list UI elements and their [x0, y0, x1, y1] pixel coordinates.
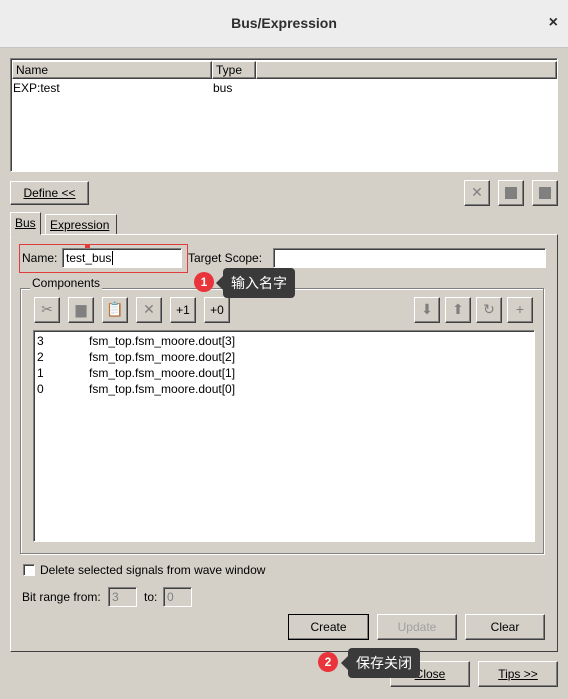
bit-range-from-label: Bit range from: [22, 590, 101, 604]
tab-bus-label: Bus [15, 216, 36, 230]
copy-button[interactable]: ▆ [68, 297, 94, 323]
tab-bus[interactable]: Bus [10, 212, 41, 235]
annotation-tooltip-1: 输入名字 [216, 268, 295, 298]
create-button[interactable]: Create [288, 614, 369, 640]
highlight-box [19, 244, 188, 273]
expression-list[interactable]: Name Type EXP:test bus [10, 58, 558, 172]
delete-signals-checkbox[interactable] [23, 564, 35, 576]
component-signal: fsm_top.fsm_moore.dout[2] [89, 350, 236, 364]
arrow-up-icon: ⬆ [452, 301, 464, 317]
move-down-button[interactable]: ⬇ [414, 297, 440, 323]
clear-button[interactable]: Clear [465, 614, 545, 640]
list-item-name: EXP:test [13, 81, 60, 95]
component-signal: fsm_top.fsm_moore.dout[0] [89, 382, 236, 396]
paste-icon: 📋 [106, 301, 124, 317]
list-item-type: bus [213, 81, 233, 95]
clear-button-label: Clear [490, 620, 520, 634]
list-item[interactable]: 1 fsm_top.fsm_moore.dout[1] [37, 366, 517, 382]
cut-button[interactable]: ✂ [34, 297, 60, 323]
arrow-down-icon: ⬇ [421, 301, 433, 317]
refresh-button[interactable]: ↻ [476, 297, 502, 323]
component-signal: fsm_top.fsm_moore.dout[1] [89, 366, 236, 380]
target-scope-label: Target Scope: [188, 251, 263, 265]
tab-expression-label: Expression [50, 218, 110, 232]
components-list[interactable]: 3 fsm_top.fsm_moore.dout[3] 2 fsm_top.fs… [33, 330, 535, 542]
square-icon [505, 187, 517, 199]
component-signal: fsm_top.fsm_moore.dout[3] [89, 334, 236, 348]
bus-expression-dialog: Bus/Expression × Name Type EXP:test bus … [0, 0, 568, 699]
bit-range-to-label: to: [144, 590, 158, 604]
tips-button-label: Tips >> [498, 667, 538, 681]
components-caption: Components [30, 276, 103, 290]
component-index: 2 [37, 350, 44, 364]
define-button[interactable]: Define << [10, 181, 89, 205]
update-button[interactable]: Update [377, 614, 457, 640]
close-icon[interactable]: × [549, 14, 558, 32]
tips-button[interactable]: Tips >> [478, 661, 558, 687]
window-title: Bus/Expression [231, 15, 337, 31]
update-button-label: Update [397, 620, 437, 634]
annotation-badge-1: 1 [194, 272, 214, 292]
column-header-type[interactable]: Type [212, 61, 256, 79]
column-header-filler [256, 61, 557, 79]
target-scope-input[interactable] [273, 248, 546, 268]
component-index: 3 [37, 334, 44, 348]
define-button-label: Define << [23, 186, 76, 200]
delete-icon: ✕ [471, 184, 483, 200]
plus-zero-button[interactable]: +0 [204, 297, 230, 323]
delete-icon: ✕ [143, 301, 155, 317]
list-item[interactable]: 0 fsm_top.fsm_moore.dout[0] [37, 382, 517, 398]
delete-component-button[interactable]: ✕ [136, 297, 162, 323]
column-header-name[interactable]: Name [12, 61, 212, 79]
square-button-2[interactable] [532, 180, 558, 206]
plus-one-button[interactable]: +1 [170, 297, 196, 323]
delete-expression-button[interactable]: ✕ [464, 180, 490, 206]
copy-icon: ▆ [75, 301, 87, 317]
bit-range-from-input[interactable]: 3 [108, 587, 137, 607]
component-index: 0 [37, 382, 44, 396]
annotation-badge-2: 2 [318, 652, 338, 672]
list-item[interactable]: 2 fsm_top.fsm_moore.dout[2] [37, 350, 517, 366]
add-button[interactable]: + [507, 297, 533, 323]
scissors-icon: ✂ [41, 301, 53, 317]
plus-one-label: +1 [176, 303, 190, 317]
list-item[interactable]: EXP:test bus [13, 81, 553, 97]
tab-expression[interactable]: Expression [45, 214, 117, 235]
square-button-1[interactable] [498, 180, 524, 206]
square-icon [539, 187, 551, 199]
bit-range-to-input[interactable]: 0 [163, 587, 192, 607]
move-up-button[interactable]: ⬆ [445, 297, 471, 323]
refresh-icon: ↻ [483, 301, 495, 317]
component-index: 1 [37, 366, 44, 380]
list-item[interactable]: 3 fsm_top.fsm_moore.dout[3] [37, 334, 517, 350]
title-bar: Bus/Expression × [0, 0, 568, 48]
delete-signals-label: Delete selected signals from wave window [40, 563, 266, 577]
highlight-mark [85, 245, 90, 248]
create-button-label: Create [310, 620, 347, 634]
plus-icon: + [515, 301, 525, 317]
paste-button[interactable]: 📋 [102, 297, 128, 323]
annotation-tooltip-2: 保存关闭 [341, 648, 420, 678]
plus-zero-label: +0 [210, 303, 224, 317]
